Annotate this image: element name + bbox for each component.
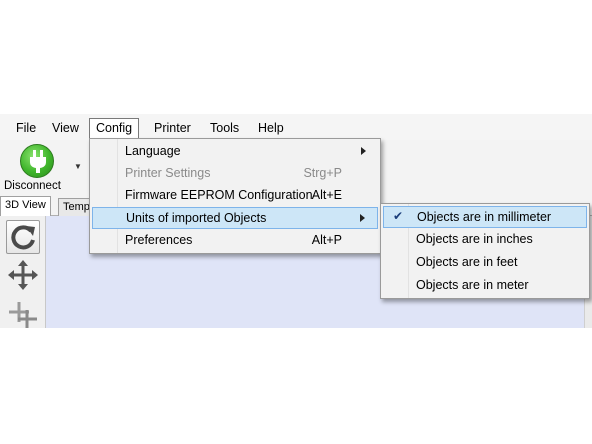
menu-item-label: Firmware EEPROM Configuration	[125, 188, 313, 202]
view-tool-panel	[0, 216, 46, 328]
move-button[interactable]	[6, 258, 40, 292]
menu-item-label: Language	[125, 144, 181, 158]
submenu-item-meter[interactable]: Objects are in meter	[383, 275, 587, 297]
chevron-right-icon	[360, 214, 365, 222]
move-multiple-button[interactable]	[6, 296, 40, 328]
rotate-icon	[11, 225, 35, 250]
menu-item-label: Units of imported Objects	[126, 211, 267, 225]
submenu-item-millimeter[interactable]: ✔ Objects are in millimeter	[383, 206, 587, 228]
menu-bar: File View Config Printer Tools Help	[0, 114, 592, 140]
menu-item-shortcut: Alt+E	[311, 188, 342, 202]
menu-file[interactable]: File	[10, 118, 42, 138]
units-submenu: ✔ Objects are in millimeter Objects are …	[380, 203, 590, 299]
menu-item-label: Preferences	[125, 233, 193, 247]
menu-item-shortcut: Alt+P	[311, 233, 342, 247]
submenu-item-label: Objects are in meter	[416, 278, 529, 292]
disconnect-button[interactable]: Disconnect	[4, 144, 68, 192]
disconnect-label: Disconnect	[4, 180, 61, 192]
menu-config[interactable]: Config	[89, 118, 140, 140]
menu-item-label: Printer Settings	[125, 166, 211, 180]
chevron-right-icon	[361, 147, 366, 155]
menu-printer[interactable]: Printer	[148, 118, 197, 138]
config-dropdown-menu: Language Printer Settings Strg+P Firmwar…	[89, 138, 381, 254]
tab-3d-view[interactable]: 3D View	[0, 196, 51, 216]
menu-item-firmware-eeprom[interactable]: Firmware EEPROM Configuration Alt+E	[92, 185, 378, 207]
menu-item-printer-settings[interactable]: Printer Settings Strg+P	[92, 163, 378, 185]
menu-item-units-of-imported-objects[interactable]: Units of imported Objects	[92, 207, 378, 229]
menu-item-language[interactable]: Language	[92, 141, 378, 163]
chevron-down-icon[interactable]: ▼	[74, 162, 82, 171]
menu-item-shortcut: Strg+P	[303, 166, 342, 180]
menu-tools[interactable]: Tools	[204, 118, 245, 138]
checkmark-icon: ✔	[393, 209, 404, 223]
move-icon	[8, 260, 38, 290]
submenu-item-inches[interactable]: Objects are in inches	[383, 229, 587, 251]
rotate-button[interactable]	[6, 220, 40, 254]
submenu-item-label: Objects are in feet	[416, 255, 518, 269]
menu-help[interactable]: Help	[252, 118, 290, 138]
menu-view[interactable]: View	[46, 118, 85, 138]
plug-icon	[20, 144, 54, 178]
submenu-item-label: Objects are in inches	[416, 232, 533, 246]
submenu-item-feet[interactable]: Objects are in feet	[383, 252, 587, 274]
menu-item-preferences[interactable]: Preferences Alt+P	[92, 230, 378, 252]
submenu-item-label: Objects are in millimeter	[417, 210, 552, 224]
move-multiple-icon	[9, 302, 37, 328]
